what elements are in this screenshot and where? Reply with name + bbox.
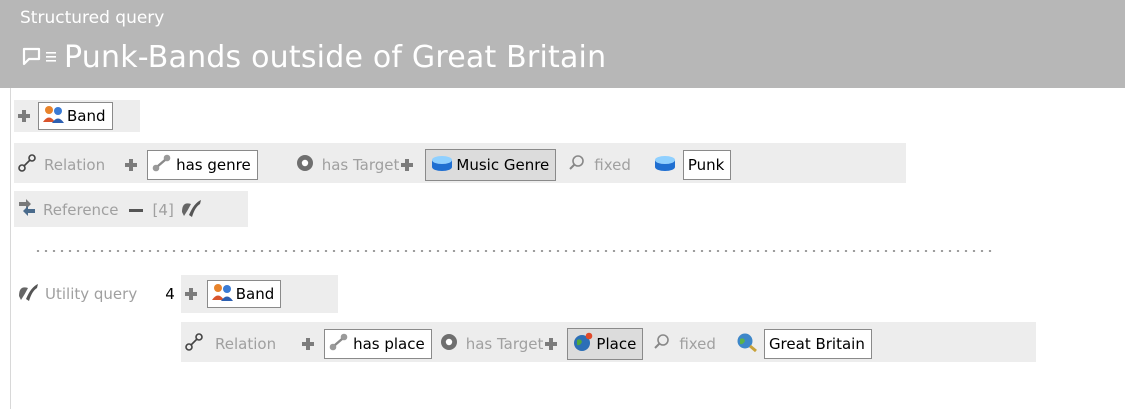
target-class-label: Place	[596, 335, 637, 353]
header-subtitle: Structured query	[20, 8, 165, 28]
predicate-label: has place	[353, 335, 425, 353]
reference-value: [4]	[152, 201, 174, 219]
utility-index: 4	[165, 285, 175, 303]
reference-label: Reference	[43, 201, 119, 219]
target-circle-icon[interactable]	[296, 154, 314, 176]
remove-icon[interactable]	[128, 208, 143, 212]
fixed-value-box[interactable]: Punk	[682, 150, 732, 180]
utility-query-icon	[17, 282, 39, 306]
has-target-label: has Target	[465, 335, 544, 353]
fixed-value-label: Great Britain	[768, 335, 865, 353]
relation2-row: Relation has place has Target Place fixe…	[185, 328, 872, 360]
query-header: Structured query Punk-Bands outside of G…	[0, 0, 1125, 88]
utility-query-icon	[180, 198, 202, 222]
fixed-value-label: Punk	[687, 156, 725, 174]
page-title: Punk-Bands outside of Great Britain	[64, 40, 607, 75]
menu-lines-icon[interactable]	[46, 48, 58, 67]
predicate-box[interactable]: has genre	[147, 150, 258, 180]
separator	[34, 250, 994, 252]
people-icon	[43, 105, 65, 127]
target-class-box[interactable]: Place	[567, 328, 644, 360]
relation1-row: Relation has genre has Target Music Genr…	[18, 149, 732, 181]
target-class-box[interactable]: Music Genre	[425, 149, 557, 181]
predicate-label: has genre	[176, 156, 251, 174]
relation-label: Relation	[215, 335, 277, 353]
utility-query-label: Utility query	[45, 285, 138, 303]
has-target-label: has Target	[321, 156, 400, 174]
relation-icon	[185, 333, 203, 355]
tree-left-border	[10, 88, 11, 409]
globe-search-icon	[736, 332, 758, 356]
utility-concept-label: Band	[235, 285, 275, 303]
search-icon[interactable]	[568, 154, 586, 176]
speech-bubble-icon[interactable]	[20, 45, 42, 71]
utility-query-row: Utility query 4 Band	[17, 280, 282, 308]
predicate-box[interactable]: has place	[324, 329, 432, 359]
add-icon[interactable]	[302, 338, 315, 350]
header-title-row: Punk-Bands outside of Great Britain	[20, 40, 606, 75]
add-icon[interactable]	[18, 110, 30, 122]
root-concept-box[interactable]: Band	[38, 102, 113, 130]
reference-row: Reference [4]	[17, 198, 202, 222]
target-circle-icon[interactable]	[440, 333, 458, 355]
music-genre-icon	[430, 154, 454, 176]
search-icon[interactable]	[653, 333, 671, 355]
add-icon[interactable]	[545, 338, 558, 350]
people-icon	[211, 283, 234, 305]
add-icon[interactable]	[184, 288, 197, 300]
reference-arrows-icon	[17, 199, 37, 221]
globe-pin-icon	[572, 332, 594, 356]
root-concept-row: Band	[18, 102, 113, 130]
root-concept-label: Band	[67, 107, 106, 125]
utility-concept-box[interactable]: Band	[206, 280, 282, 308]
relation-label: Relation	[44, 156, 106, 174]
add-icon[interactable]	[401, 159, 414, 171]
fixed-label: fixed	[679, 335, 716, 353]
target-class-label: Music Genre	[456, 156, 550, 174]
fixed-value-box[interactable]: Great Britain	[763, 329, 872, 359]
link-icon	[152, 154, 172, 176]
relation-icon	[18, 154, 36, 176]
fixed-label: fixed	[594, 156, 631, 174]
music-genre-icon	[653, 154, 677, 176]
link-icon	[329, 333, 349, 355]
add-icon[interactable]	[125, 159, 138, 171]
